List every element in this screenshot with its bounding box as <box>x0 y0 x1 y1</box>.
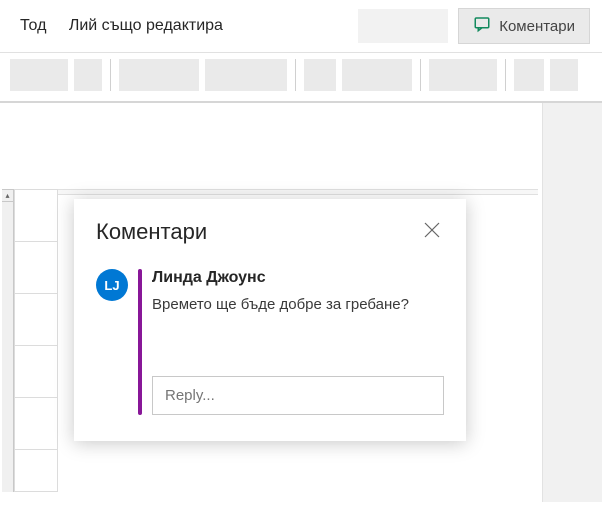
avatar: LJ <box>96 269 128 301</box>
ribbon-group[interactable] <box>119 59 199 91</box>
toolbar-placeholder <box>358 9 448 43</box>
tod-label: Тод <box>20 17 46 34</box>
ribbon <box>0 52 602 103</box>
comment-body: Времето ще бъде добре за гребане? <box>152 293 444 316</box>
row-header-cell[interactable] <box>15 190 57 242</box>
row-headers[interactable] <box>14 189 58 492</box>
row-header-cell[interactable] <box>15 294 57 346</box>
reply-input[interactable] <box>152 376 444 415</box>
row-header-cell[interactable] <box>15 242 57 294</box>
ribbon-separator <box>110 59 111 91</box>
comments-panel-title: Коментари <box>96 219 207 245</box>
comment-thread: LJ Линда Джоунс Времето ще бъде добре за… <box>96 269 444 415</box>
comments-button-label: Коментари <box>499 18 575 35</box>
spreadsheet-area[interactable]: ▴ Коментари LJ Линда Джоун <box>0 103 602 502</box>
ribbon-group[interactable] <box>205 59 287 91</box>
ribbon-separator <box>505 59 506 91</box>
ribbon-separator <box>295 59 296 91</box>
title-bar: Тод Лий също редактира Коментари <box>0 0 602 52</box>
column-headers[interactable] <box>58 189 538 195</box>
row-header-cell[interactable] <box>15 398 57 450</box>
editing-label: Лий също редактира <box>69 17 223 34</box>
ribbon-group[interactable] <box>10 59 68 91</box>
scroll-up-icon[interactable]: ▴ <box>2 190 13 202</box>
right-gutter <box>542 103 602 502</box>
thread-accent-bar <box>138 269 142 415</box>
close-button[interactable] <box>420 220 444 244</box>
comment-author: Линда Джоунс <box>152 269 444 287</box>
ribbon-separator <box>420 59 421 91</box>
ribbon-group[interactable] <box>550 59 578 91</box>
coauthoring-status: Тод Лий също редактира <box>20 17 223 35</box>
ribbon-group[interactable] <box>429 59 497 91</box>
comments-panel: Коментари LJ Линда Джоунс Времето ще бъд… <box>74 199 466 441</box>
ribbon-group[interactable] <box>342 59 412 91</box>
row-header-cell[interactable] <box>15 346 57 398</box>
comments-button[interactable]: Коментари <box>458 8 590 44</box>
ribbon-group[interactable] <box>74 59 102 91</box>
close-icon <box>424 222 440 243</box>
vertical-scrollbar[interactable]: ▴ <box>2 189 14 492</box>
ribbon-group[interactable] <box>304 59 336 91</box>
ribbon-group[interactable] <box>514 59 544 91</box>
comment-bubble-icon <box>473 15 491 37</box>
